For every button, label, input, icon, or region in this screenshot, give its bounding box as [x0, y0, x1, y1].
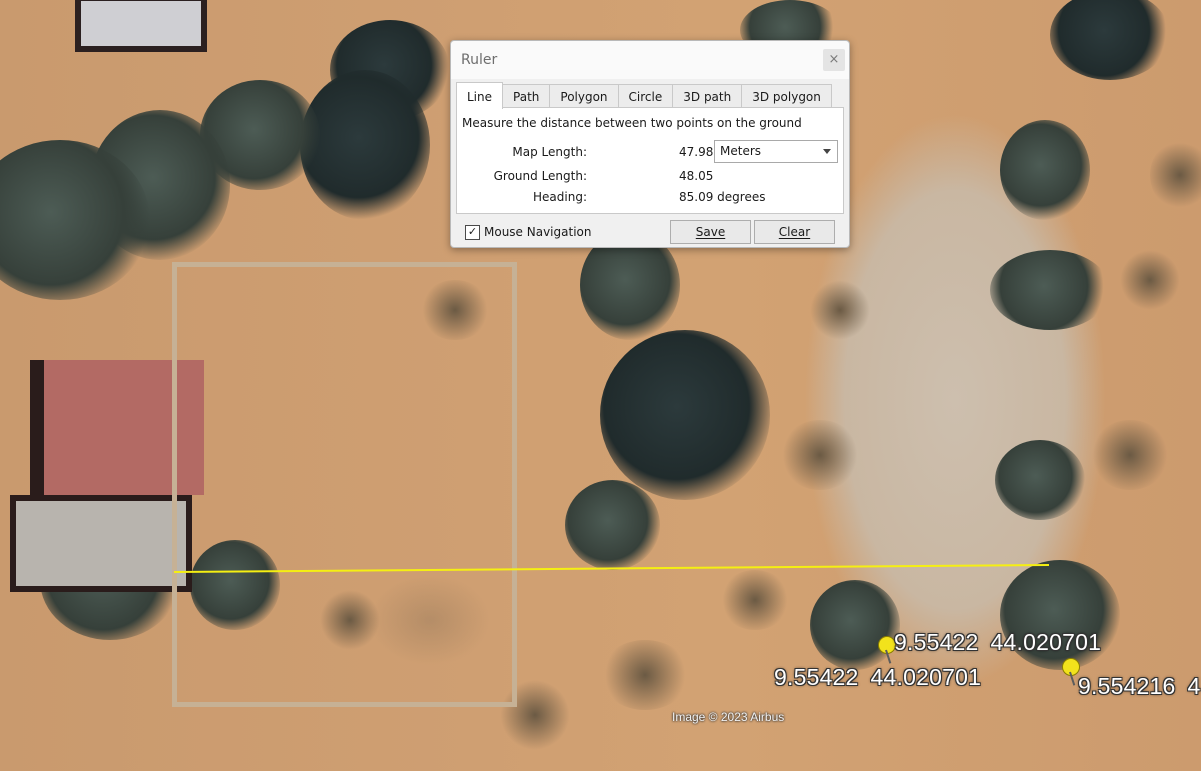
ruler-measurement-line[interactable]: [173, 564, 1050, 573]
ruler-tabs: Line Path Polygon Circle 3D path 3D poly…: [456, 82, 832, 109]
placemark-label[interactable]: 9.55422 44.020701: [774, 664, 981, 691]
placemark-longitude: 44.020701: [870, 664, 982, 690]
tab-line[interactable]: Line: [456, 82, 504, 109]
tab-polygon[interactable]: Polygon: [549, 84, 619, 108]
dialog-titlebar[interactable]: Ruler ×: [451, 41, 849, 79]
yellow-pushpin-icon[interactable]: [1061, 658, 1080, 686]
placemark-label[interactable]: 9.55422 44.020701: [894, 629, 1101, 656]
ground-length-label: Ground Length:: [493, 169, 587, 183]
mouse-navigation-checkbox[interactable]: ✓: [465, 225, 480, 240]
close-icon[interactable]: ×: [823, 49, 845, 71]
unit-select-value: Meters: [720, 144, 762, 158]
imagery-attribution: Image © 2023 Airbus: [672, 710, 785, 724]
clear-button[interactable]: Clear: [754, 220, 835, 244]
ground-length-value: 48.05: [679, 169, 714, 183]
chevron-down-icon: [823, 149, 831, 154]
placemark-longitude: 4: [1187, 673, 1201, 699]
save-button[interactable]: Save: [670, 220, 751, 244]
tab-circle[interactable]: Circle: [617, 84, 674, 108]
tab-3d-path[interactable]: 3D path: [672, 84, 743, 108]
measure-description: Measure the distance between two points …: [462, 116, 802, 130]
map-length-value: 47.98: [679, 145, 714, 159]
line-tab-panel: Measure the distance between two points …: [456, 107, 844, 214]
placemark-latitude: 9.55422: [894, 629, 979, 655]
tab-path[interactable]: Path: [502, 84, 551, 108]
unit-select[interactable]: Meters: [714, 140, 838, 163]
dialog-title: Ruler: [461, 52, 498, 68]
map-length-label: Map Length:: [512, 145, 587, 159]
yellow-pushpin-icon[interactable]: [877, 636, 896, 664]
heading-label: Heading:: [533, 190, 587, 204]
placemark-latitude: 9.55422: [774, 664, 859, 690]
placemark-latitude: 9.554216: [1078, 673, 1176, 699]
placemark-label[interactable]: 9.554216 4: [1078, 673, 1201, 700]
mouse-navigation-label[interactable]: Mouse Navigation: [484, 225, 591, 239]
heading-value: 85.09 degrees: [679, 190, 766, 204]
placemark-longitude: 44.020701: [990, 629, 1102, 655]
tab-3d-polygon[interactable]: 3D polygon: [741, 84, 832, 108]
ruler-dialog: Ruler × Line Path Polygon Circle 3D path…: [450, 40, 850, 248]
